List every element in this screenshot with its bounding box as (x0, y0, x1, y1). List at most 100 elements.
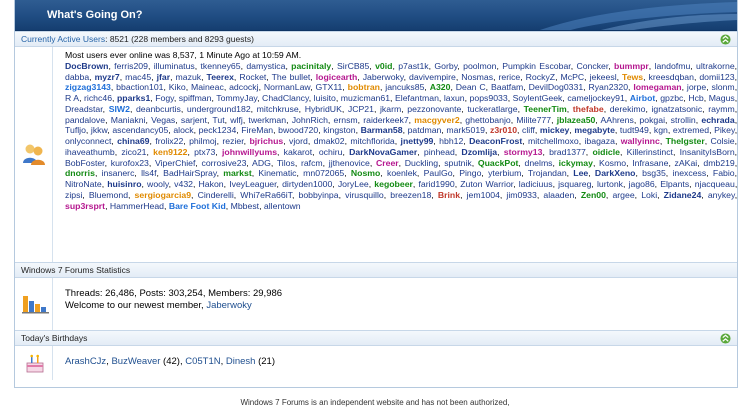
active-member-link[interactable]: JohnRich (292, 115, 328, 125)
active-member-link[interactable]: Zuton Warrior (460, 179, 513, 189)
active-member-link[interactable]: mac45 (125, 72, 151, 82)
active-member-link[interactable]: Tufljo (65, 125, 86, 135)
active-member-link[interactable]: strollin (671, 115, 696, 125)
active-member-link[interactable]: mickey (540, 125, 569, 135)
active-member-link[interactable]: inexcess (672, 168, 706, 178)
active-member-link[interactable]: jekeesl (590, 72, 617, 82)
active-member-link[interactable]: HammerHead (110, 201, 164, 211)
active-member-link[interactable]: johnwillyums (222, 147, 277, 157)
active-member-link[interactable]: NormanLaw (264, 82, 310, 92)
active-member-link[interactable]: huisinro (107, 179, 141, 189)
active-member-link[interactable]: ochiru (319, 147, 343, 157)
active-member-link[interactable]: jim0933 (506, 190, 536, 200)
active-member-link[interactable]: v432 (174, 179, 193, 189)
active-member-link[interactable]: jblazea50 (557, 115, 596, 125)
active-member-link[interactable]: jnetty99 (401, 136, 434, 146)
active-member-link[interactable]: A320 (430, 82, 451, 92)
active-member-link[interactable]: HybridUK (305, 104, 342, 114)
active-member-link[interactable]: Ryan2320 (588, 82, 628, 92)
active-member-link[interactable]: illuminatus (154, 61, 195, 71)
active-member-link[interactable]: FireMan (241, 125, 273, 135)
active-member-link[interactable]: underground182 (187, 104, 251, 114)
active-member-link[interactable]: wlfj (230, 115, 243, 125)
active-member-link[interactable]: dabba (65, 72, 89, 82)
active-member-link[interactable]: mitchkruse (257, 104, 299, 114)
active-member-link[interactable]: AAhrens (600, 115, 633, 125)
active-member-link[interactable]: poolmon (463, 61, 496, 71)
active-member-link[interactable]: Killerinstinct (627, 147, 673, 157)
active-member-link[interactable]: cliff (522, 125, 535, 135)
active-member-link[interactable]: Nosmo (351, 168, 380, 178)
collapse-arrows-icon[interactable] (720, 333, 731, 344)
active-member-link[interactable]: Pingo (459, 168, 481, 178)
active-member-link[interactable]: mn072065 (303, 168, 344, 178)
active-member-link[interactable]: sputnik (444, 158, 472, 168)
active-member-link[interactable]: ptx73 (194, 147, 215, 157)
active-member-link[interactable]: Fogy (155, 93, 174, 103)
active-member-link[interactable]: ADG (252, 158, 271, 168)
active-member-link[interactable]: jkarm (380, 104, 401, 114)
active-member-link[interactable]: jem1004 (467, 190, 500, 200)
active-member-link[interactable]: pezzonovante (407, 104, 461, 114)
active-member-link[interactable]: Mbbest (231, 201, 260, 211)
active-member-link[interactable]: Nosmas (461, 72, 493, 82)
active-member-link[interactable]: BadHairSpray (163, 168, 216, 178)
active-member-link[interactable]: koenlek (387, 168, 417, 178)
active-member-link[interactable]: jorpe (687, 82, 706, 92)
active-member-link[interactable]: raymm (708, 104, 735, 114)
active-member-link[interactable]: rezier (222, 136, 243, 146)
active-member-link[interactable]: sup3rsprt (65, 201, 105, 211)
active-member-link[interactable]: jsquareg (558, 179, 591, 189)
active-member-link[interactable]: ferris209 (114, 61, 148, 71)
active-member-link[interactable]: sergiogarcia9 (135, 190, 192, 200)
active-member-link[interactable]: philmoj (189, 136, 217, 146)
active-member-link[interactable]: dnorris (65, 168, 95, 178)
active-member-link[interactable]: njacqueau (695, 179, 735, 189)
active-member-link[interactable]: landofmu (655, 61, 691, 71)
active-member-link[interactable]: Iomegaman (633, 82, 681, 92)
active-member-link[interactable]: Colsie (711, 136, 735, 146)
active-member-link[interactable]: DevilDog0331 (529, 82, 584, 92)
active-member-link[interactable]: echrada (701, 115, 734, 125)
active-member-link[interactable]: Dzomlija (461, 147, 497, 157)
active-member-link[interactable]: mark5019 (446, 125, 485, 135)
active-member-link[interactable]: dmak02 (314, 136, 345, 146)
active-member-link[interactable]: ultrakorne (696, 61, 735, 71)
active-member-link[interactable]: Bluemond (89, 190, 128, 200)
active-users-link[interactable]: Currently Active Users (21, 34, 105, 44)
active-member-link[interactable]: oidicle (592, 147, 620, 157)
active-member-link[interactable]: wallyinnc (621, 136, 660, 146)
active-member-link[interactable]: The bullet (272, 72, 311, 82)
active-member-link[interactable]: slonm (712, 82, 735, 92)
active-member-link[interactable]: argee (612, 190, 634, 200)
active-member-link[interactable]: DarkXeno (595, 168, 636, 178)
active-member-link[interactable]: spiffman (179, 93, 212, 103)
active-member-link[interactable]: Barman58 (361, 125, 403, 135)
active-member-link[interactable]: cameljockey91 (567, 93, 624, 103)
active-member-link[interactable]: Maineac (191, 82, 224, 92)
active-member-link[interactable]: Trojandan (528, 168, 567, 178)
active-member-link[interactable]: Hakon (199, 179, 224, 189)
active-member-link[interactable]: IveyLeaguer (229, 179, 276, 189)
active-member-link[interactable]: adcockj (229, 82, 258, 92)
active-member-link[interactable]: kakarot (284, 147, 313, 157)
active-member-link[interactable]: domii123 (699, 72, 734, 82)
active-member-link[interactable]: Tut (212, 115, 224, 125)
birthday-member-link[interactable]: ArashCJz (65, 356, 106, 367)
active-member-link[interactable]: megabyte (574, 125, 615, 135)
active-member-link[interactable]: Infrasane (632, 158, 668, 168)
active-member-link[interactable]: bummpr (614, 61, 649, 71)
active-member-link[interactable]: farid1990 (418, 179, 454, 189)
active-member-link[interactable]: R A (65, 93, 79, 103)
active-member-link[interactable]: Hcb (688, 93, 703, 103)
active-member-link[interactable]: anykey (708, 190, 735, 200)
active-member-link[interactable]: corrosive23 (202, 158, 247, 168)
active-member-link[interactable]: rafcm (301, 158, 323, 168)
active-member-link[interactable]: p7ast1k (398, 61, 428, 71)
active-member-link[interactable]: ickymay (559, 158, 593, 168)
active-member-link[interactable]: zigzag3143 (65, 82, 111, 92)
active-member-link[interactable]: TeenerTim (524, 104, 567, 114)
active-member-link[interactable]: DeaconFrost (469, 136, 522, 146)
active-member-link[interactable]: Kosmo (599, 158, 626, 168)
active-member-link[interactable]: Dreadstar (65, 104, 103, 114)
